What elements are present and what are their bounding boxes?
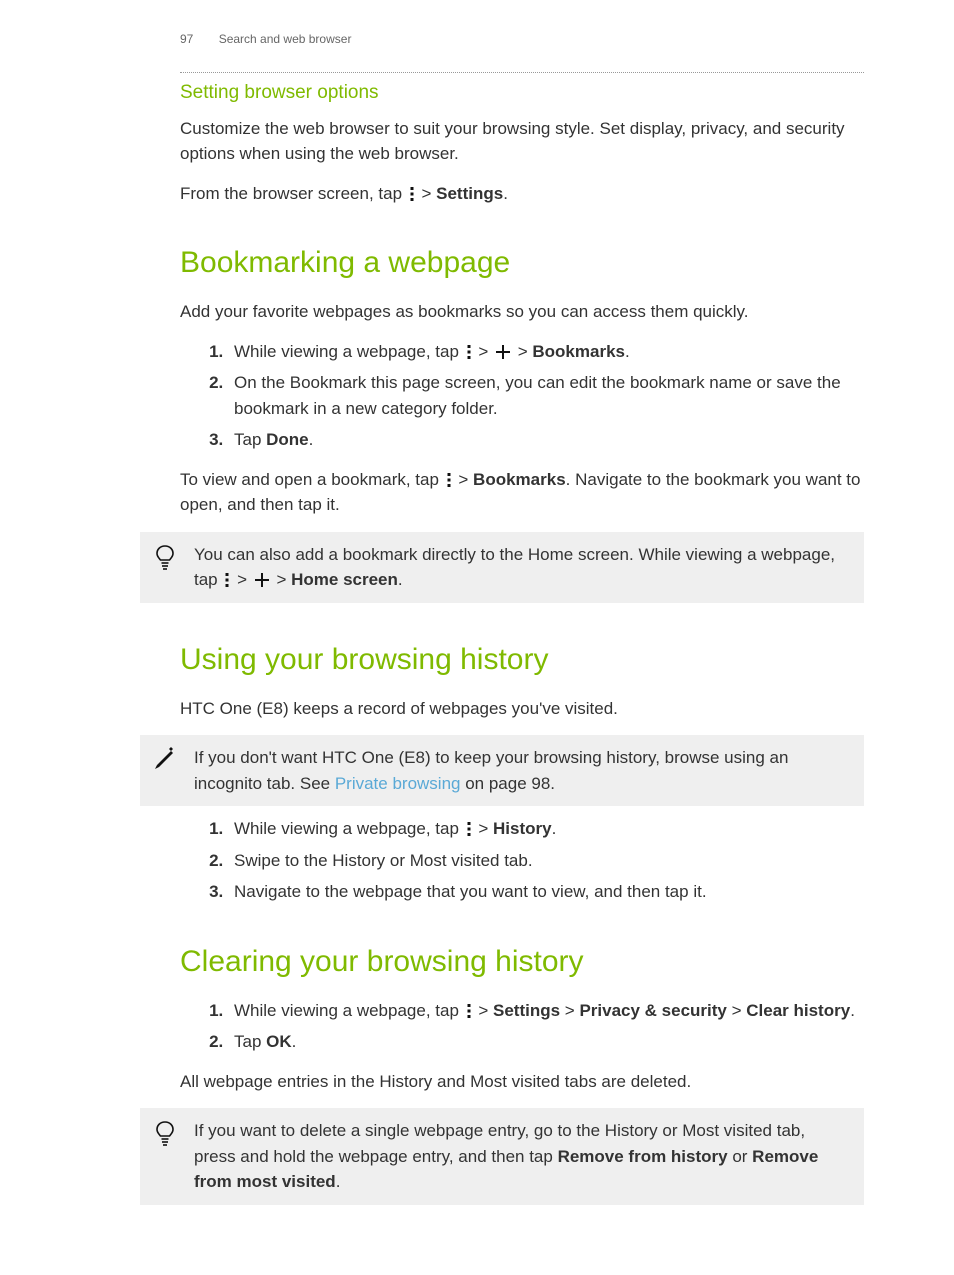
section-heading-history: Using your browsing history bbox=[180, 637, 864, 682]
instruction-line: From the browser screen, tap > Settings. bbox=[180, 181, 864, 207]
step-item: Tap OK. bbox=[228, 1029, 864, 1055]
ui-label-bookmarks: Bookmarks bbox=[532, 342, 625, 361]
step-list: While viewing a webpage, tap > Settings … bbox=[180, 998, 864, 1055]
link-private-browsing[interactable]: Private browsing bbox=[335, 774, 461, 793]
ui-label-bookmarks: Bookmarks bbox=[473, 470, 566, 489]
paragraph: HTC One (E8) keeps a record of webpages … bbox=[180, 696, 864, 722]
ui-label-done: Done bbox=[266, 430, 309, 449]
ui-label-settings: Settings bbox=[436, 184, 503, 203]
ui-label-home-screen: Home screen bbox=[291, 570, 398, 589]
document-page: 97 Search and web browser Setting browse… bbox=[0, 0, 954, 1275]
paragraph: Add your favorite webpages as bookmarks … bbox=[180, 299, 864, 325]
step-item: Tap Done. bbox=[228, 427, 864, 453]
ui-label-remove-history: Remove from history bbox=[558, 1147, 728, 1166]
page-header: 97 Search and web browser bbox=[180, 30, 864, 48]
section-heading-bookmarking: Bookmarking a webpage bbox=[180, 240, 864, 285]
tip-body: You can also add a bookmark directly to … bbox=[194, 542, 842, 593]
tip-callout: If you want to delete a single webpage e… bbox=[140, 1108, 864, 1205]
more-icon bbox=[466, 822, 472, 836]
ui-label-clear-history: Clear history bbox=[746, 1001, 850, 1020]
chapter-title: Search and web browser bbox=[219, 32, 352, 46]
paragraph: All webpage entries in the History and M… bbox=[180, 1069, 864, 1095]
ui-label-ok: OK bbox=[266, 1032, 292, 1051]
step-list: While viewing a webpage, tap > History. … bbox=[180, 816, 864, 905]
page-number: 97 bbox=[180, 32, 193, 46]
step-item: While viewing a webpage, tap > > Bookmar… bbox=[228, 339, 864, 365]
ui-label-privacy: Privacy & security bbox=[579, 1001, 726, 1020]
step-item: Navigate to the webpage that you want to… bbox=[228, 879, 864, 905]
plus-icon bbox=[254, 572, 270, 588]
tip-bulb-icon bbox=[152, 1118, 178, 1146]
step-item: While viewing a webpage, tap > Settings … bbox=[228, 998, 864, 1024]
more-icon bbox=[409, 187, 415, 201]
more-icon bbox=[224, 573, 230, 587]
step-item: On the Bookmark this page screen, you ca… bbox=[228, 370, 864, 421]
paragraph: To view and open a bookmark, tap > Bookm… bbox=[180, 467, 864, 518]
more-icon bbox=[466, 1004, 472, 1018]
step-item: While viewing a webpage, tap > History. bbox=[228, 816, 864, 842]
plus-icon bbox=[495, 344, 511, 360]
note-callout: If you don't want HTC One (E8) to keep y… bbox=[140, 735, 864, 806]
more-icon bbox=[446, 473, 452, 487]
more-icon bbox=[466, 345, 472, 359]
tip-body: If you want to delete a single webpage e… bbox=[194, 1118, 842, 1195]
note-pen-icon bbox=[152, 745, 178, 771]
ui-label-settings: Settings bbox=[493, 1001, 560, 1020]
separator bbox=[180, 72, 864, 73]
ui-label-history: History bbox=[493, 819, 552, 838]
section-heading-clearing: Clearing your browsing history bbox=[180, 939, 864, 984]
note-body: If you don't want HTC One (E8) to keep y… bbox=[194, 745, 842, 796]
tip-bulb-icon bbox=[152, 542, 178, 570]
step-list: While viewing a webpage, tap > > Bookmar… bbox=[180, 339, 864, 453]
tip-callout: You can also add a bookmark directly to … bbox=[140, 532, 864, 603]
subsection-heading-setting-options: Setting browser options bbox=[180, 79, 864, 108]
step-item: Swipe to the History or Most visited tab… bbox=[228, 848, 864, 874]
paragraph: Customize the web browser to suit your b… bbox=[180, 116, 864, 167]
